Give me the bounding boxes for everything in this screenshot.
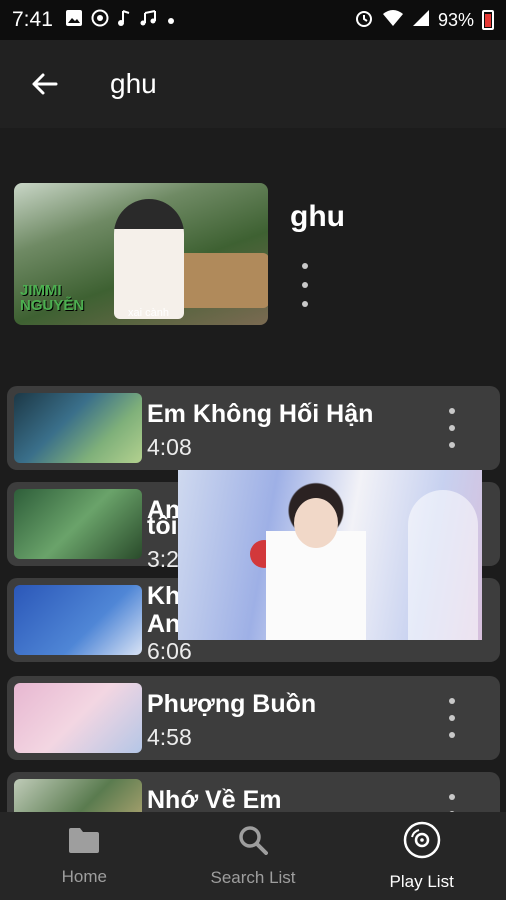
status-right: 93%	[354, 8, 494, 33]
status-bar: 7:41 93%	[0, 0, 506, 40]
battery-icon	[482, 10, 494, 30]
nav-home[interactable]: Home	[0, 812, 169, 900]
more-vert-icon[interactable]	[444, 698, 460, 738]
dot-icon	[167, 10, 175, 30]
list-item[interactable]: Nhớ Về Em	[7, 772, 500, 812]
ball-icon	[91, 9, 109, 32]
nav-label: Play List	[389, 871, 454, 891]
notification-icons	[65, 9, 175, 32]
track-title-line2: tôi	[147, 512, 178, 540]
singer-face	[294, 498, 338, 548]
bottom-navigation: Home Search List Play List	[0, 812, 506, 900]
track-title: Nhớ Về Em	[147, 786, 282, 812]
more-vert-icon[interactable]	[297, 263, 313, 307]
track-thumbnail	[14, 489, 142, 559]
folder-icon	[67, 826, 101, 859]
playlist-thumbnail: JIMMI NGUYỄN xai cành	[14, 183, 268, 325]
wifi-icon	[382, 9, 404, 32]
music-note-icon	[117, 9, 131, 32]
track-thumbnail	[14, 585, 142, 655]
list-item[interactable]: Em Không Hối Hận 4:08	[7, 386, 500, 470]
singer-shape	[114, 199, 184, 319]
background-dancer	[408, 490, 478, 640]
more-vert-icon[interactable]	[444, 408, 460, 448]
track-duration: 6:06	[147, 638, 192, 664]
track-thumbnail	[14, 683, 142, 753]
image-icon	[65, 9, 83, 32]
nav-label: Search List	[210, 867, 296, 887]
nav-label: Home	[61, 866, 108, 886]
track-thumbnail	[14, 779, 142, 812]
thumbnail-logo: JIMMI NGUYỄN	[20, 282, 85, 314]
status-time: 7:41	[12, 8, 53, 31]
page-title: ghu	[110, 68, 157, 99]
alarm-icon	[354, 8, 374, 33]
track-duration: 4:58	[147, 724, 192, 750]
music-notes-icon	[139, 9, 159, 32]
search-icon	[238, 825, 268, 860]
track-thumbnail	[14, 393, 142, 463]
nav-search-list[interactable]: Search List	[169, 812, 338, 900]
nav-play-list[interactable]: Play List	[337, 812, 506, 900]
track-title: Em Không Hối Hận	[147, 400, 374, 428]
more-vert-icon[interactable]	[444, 794, 460, 812]
list-item[interactable]: Phượng Buồn 4:58	[7, 676, 500, 760]
mini-video-player[interactable]	[178, 470, 482, 640]
signal-icon	[412, 9, 430, 32]
boat-shape	[174, 253, 268, 308]
thumbnail-caption: xai cành	[128, 307, 169, 319]
arrow-left-icon[interactable]	[24, 64, 64, 104]
track-title-line2: An	[147, 610, 181, 638]
track-title: Kh	[147, 582, 181, 610]
playlist-header: JIMMI NGUYỄN xai cành ghu	[0, 128, 506, 380]
track-title: Phượng Buồn	[147, 690, 317, 718]
disc-icon	[403, 821, 441, 864]
playlist-title: ghu	[290, 200, 345, 233]
battery-percent: 93%	[437, 9, 474, 30]
track-duration: 4:08	[147, 434, 192, 460]
track-duration: 3:2	[147, 546, 179, 572]
app-bar: ghu	[0, 40, 506, 128]
